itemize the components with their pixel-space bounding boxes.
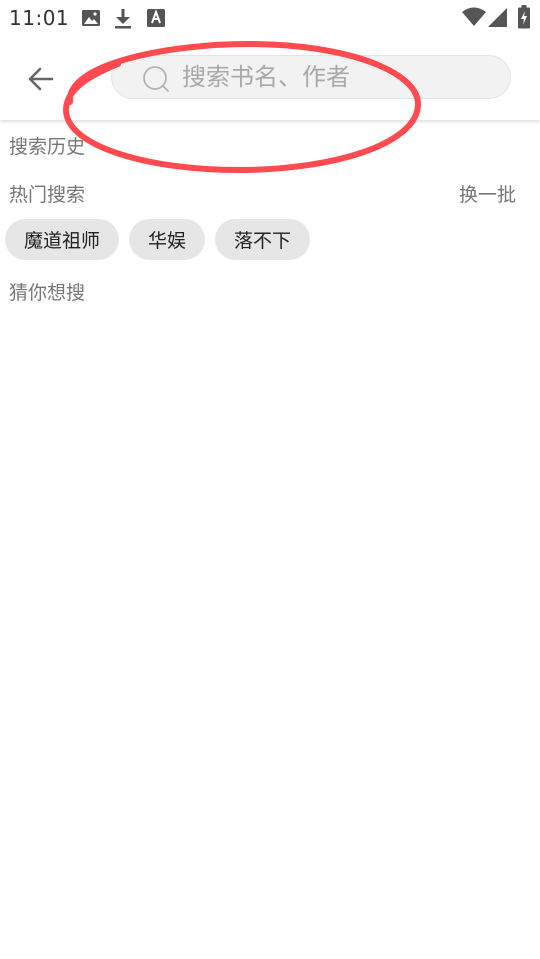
search-input[interactable] <box>182 56 492 98</box>
image-icon <box>81 8 101 32</box>
hot-tag[interactable]: 华娱 <box>129 219 206 260</box>
search-history-label: 搜索历史 <box>9 136 86 158</box>
search-toolbar <box>0 36 540 120</box>
status-time: 11:01 <box>9 6 70 30</box>
hot-tag[interactable]: 落不下 <box>215 219 311 260</box>
guess-search-label: 猜你想搜 <box>9 282 86 304</box>
search-icon <box>143 66 169 92</box>
search-screen: 11:01 搜索书名、作者 搜索历史 热门搜索 换一批 魔道祖师 华娱 落不下 … <box>0 0 540 959</box>
search-box[interactable] <box>111 55 511 99</box>
wifi-icon <box>462 7 486 31</box>
back-button[interactable] <box>20 58 62 100</box>
signal-icon <box>488 8 508 32</box>
hot-tag[interactable]: 魔道祖师 <box>5 219 120 260</box>
download-icon <box>113 8 133 34</box>
status-bar: 11:01 <box>0 0 540 36</box>
arrow-left-icon <box>28 67 54 91</box>
hot-tags: 魔道祖师 华娱 落不下 <box>5 219 311 260</box>
refresh-button[interactable]: 换一批 <box>459 180 516 207</box>
hot-search-label: 热门搜索 <box>9 184 86 206</box>
font-icon <box>146 8 166 32</box>
battery-charging-icon <box>518 5 530 33</box>
